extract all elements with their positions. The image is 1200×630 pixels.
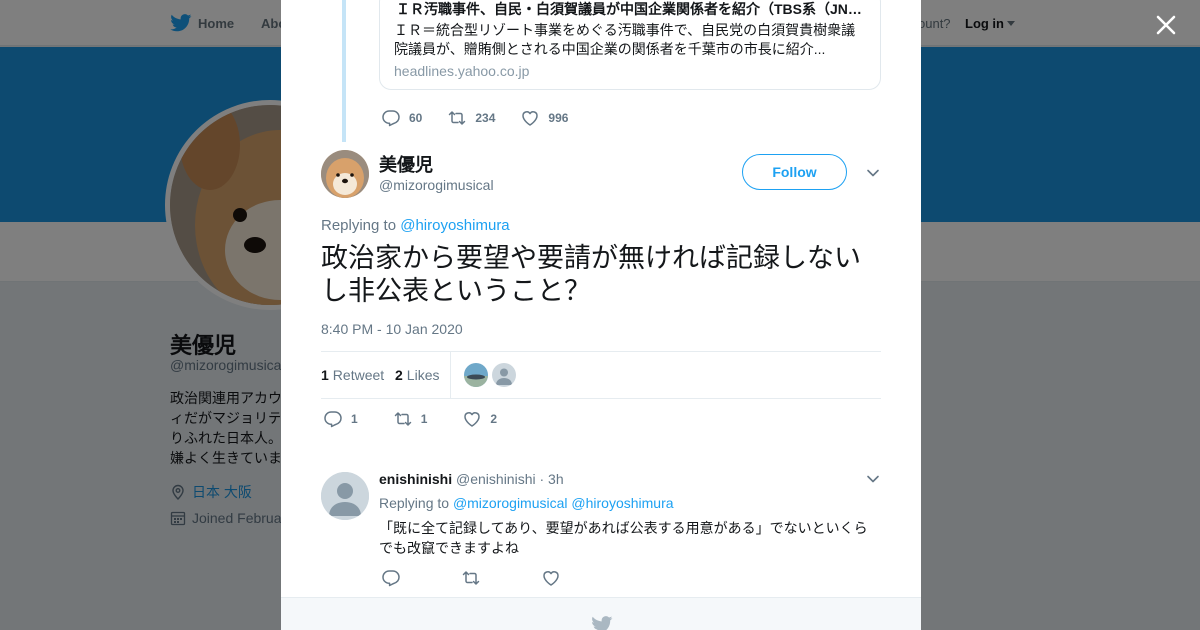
reply-replying-link-2[interactable]: @hiroyoshimura bbox=[571, 495, 673, 511]
card-title[interactable]: ＩＲ汚職事件、自民・白須賀議員が中国企業関係者を紹介（TBS系（JNN）） bbox=[396, 0, 866, 18]
tweet-author-handle[interactable]: @mizorogimusical bbox=[379, 177, 494, 193]
like-button[interactable]: 996 bbox=[521, 109, 568, 127]
tweet-author-avatar[interactable] bbox=[321, 150, 369, 198]
reply-button[interactable]: 60 bbox=[382, 109, 422, 127]
card-domain: headlines.yahoo.co.jp bbox=[394, 63, 530, 79]
reply-count: 1 bbox=[351, 412, 358, 426]
default-avatar-icon bbox=[321, 472, 369, 520]
heart-icon bbox=[543, 571, 559, 586]
liker-avatar[interactable] bbox=[464, 363, 488, 387]
like-button[interactable]: 2 bbox=[463, 410, 497, 428]
reply-author-avatar[interactable] bbox=[321, 472, 369, 520]
reply-actions bbox=[382, 569, 622, 587]
reply-more-menu[interactable] bbox=[866, 472, 880, 486]
heart-icon bbox=[522, 111, 539, 126]
reply-author-name[interactable]: enishinishi bbox=[379, 471, 452, 487]
like-count: 996 bbox=[548, 111, 569, 125]
retweet-icon bbox=[394, 412, 411, 426]
retweet-button[interactable] bbox=[462, 569, 480, 587]
follow-button[interactable]: Follow bbox=[742, 154, 847, 190]
default-avatar-icon bbox=[492, 363, 516, 387]
reply-icon bbox=[382, 110, 400, 127]
heart-icon bbox=[464, 412, 481, 427]
chevron-down-icon bbox=[867, 169, 879, 177]
reply-replying-link-1[interactable]: @mizorogimusical bbox=[453, 495, 568, 511]
reply-replying-to: Replying to @mizorogimusical @hiroyoshim… bbox=[379, 495, 674, 511]
reply-icon bbox=[382, 570, 400, 587]
retweet-button[interactable]: 1 bbox=[394, 410, 428, 428]
like-count: 2 bbox=[490, 412, 498, 426]
tweet-actions: 1 1 2 bbox=[324, 410, 533, 428]
replying-to-link[interactable]: @hiroyoshimura bbox=[400, 217, 509, 234]
chevron-down-icon bbox=[867, 475, 879, 483]
tweet-stats: 1 Retweet 2 Likes bbox=[321, 351, 881, 399]
card-description: ＩＲ＝統合型リゾート事業をめぐる汚職事件で、自民党の白須賀貴樹衆議院議員が、贈賄… bbox=[394, 22, 856, 57]
stats-divider bbox=[450, 352, 451, 399]
retweet-count: 1 bbox=[420, 412, 428, 426]
reply-button[interactable]: 1 bbox=[324, 410, 358, 428]
likes-stat-label: Likes bbox=[406, 367, 440, 383]
shiba-dog-photo bbox=[321, 150, 369, 198]
twitter-bird-icon bbox=[592, 616, 613, 630]
replying-to: Replying to @hiroyoshimura bbox=[321, 217, 510, 234]
reply-replying-prefix: Replying to bbox=[379, 495, 453, 511]
landscape-photo bbox=[464, 363, 488, 387]
retweet-icon bbox=[462, 571, 480, 585]
reply-text: 「既に全て記録してあり、要望があれば公表する用意がある」でないといくらでも改竄で… bbox=[379, 520, 868, 556]
reply-count: 60 bbox=[409, 111, 423, 125]
retweet-stat-label: Retweet bbox=[332, 367, 385, 383]
likes-stat-count: 2 bbox=[395, 367, 403, 383]
liker-avatar[interactable] bbox=[492, 363, 516, 387]
tweet-timestamp[interactable]: 8:40 PM - 10 Jan 2020 bbox=[321, 321, 463, 337]
reply-author-handle[interactable]: @enishinishi bbox=[456, 471, 536, 487]
reply-button[interactable] bbox=[382, 569, 400, 587]
tweet-author-name[interactable]: 美優児 bbox=[379, 151, 433, 177]
tweet-text: 政治家から要望や要請が無ければ記録しないし非公表ということ？ bbox=[321, 243, 861, 306]
close-modal-button[interactable] bbox=[1153, 12, 1179, 38]
previous-tweet-actions: 60 234 996 bbox=[382, 109, 594, 127]
close-icon bbox=[1156, 15, 1176, 35]
conversation-thread-line bbox=[342, 0, 346, 142]
retweet-icon bbox=[449, 111, 466, 125]
reply-icon bbox=[324, 411, 342, 428]
reply-header: enishinishi @enishinishi · 3h bbox=[379, 471, 564, 487]
retweet-count: 234 bbox=[475, 111, 496, 125]
like-button[interactable] bbox=[542, 569, 560, 587]
retweet-button[interactable]: 234 bbox=[448, 109, 495, 127]
replying-prefix: Replying to bbox=[321, 217, 401, 234]
retweet-stat-count: 1 bbox=[321, 367, 329, 383]
tweet-modal: ＩＲ汚職事件、自民・白須賀議員が中国企業関係者を紹介（TBS系（JNN）） ＩＲ… bbox=[281, 0, 921, 630]
retweet-stat[interactable]: 1 Retweet bbox=[321, 367, 384, 383]
modal-footer bbox=[281, 597, 921, 630]
likes-stat[interactable]: 2 Likes bbox=[395, 367, 439, 383]
reply-timestamp[interactable]: · 3h bbox=[540, 471, 564, 487]
tweet-more-menu[interactable] bbox=[866, 166, 880, 180]
link-preview-card[interactable]: ＩＲ汚職事件、自民・白須賀議員が中国企業関係者を紹介（TBS系（JNN）） ＩＲ… bbox=[379, 0, 881, 90]
